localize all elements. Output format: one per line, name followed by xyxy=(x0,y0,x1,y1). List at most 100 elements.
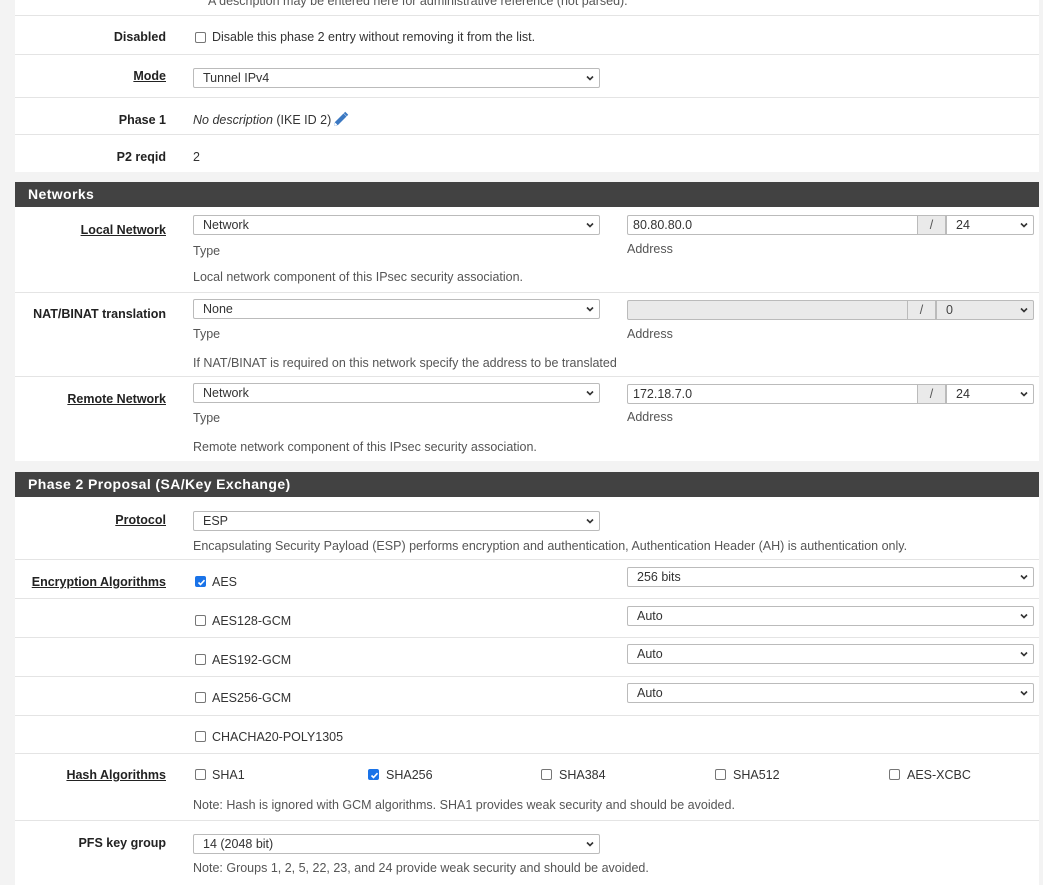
mode-row: Mode Tunnel IPv4 xyxy=(15,55,1039,98)
local-network-type-select[interactable]: Network xyxy=(193,215,600,235)
pfs-row: PFS key group 14 (2048 bit) Note: Groups… xyxy=(15,821,1039,883)
natbinat-row: NAT/BINAT translation None Type / 0 Addr… xyxy=(15,293,1039,377)
natbinat-address-caption: Address xyxy=(627,327,673,341)
disabled-row: Disabled Disable this phase 2 entry with… xyxy=(15,16,1039,55)
encryption-aes192gcm-keylen-select[interactable]: Auto xyxy=(627,644,1034,664)
proposal-panel: Protocol ESP Encapsulating Security Payl… xyxy=(15,497,1039,885)
remote-network-address-input[interactable]: 172.18.7.0 xyxy=(627,384,918,404)
remote-network-mask-select[interactable]: 24 xyxy=(946,384,1034,404)
networks-heading-text: Networks xyxy=(28,186,95,202)
natbinat-address-input[interactable] xyxy=(627,300,908,320)
encryption-row-aes256gcm: AES256-GCM Auto xyxy=(15,677,1039,716)
chevron-down-icon xyxy=(586,306,594,312)
remote-network-type-select[interactable]: Network xyxy=(193,383,600,403)
remote-network-mask-value: 24 xyxy=(956,387,970,401)
remote-network-type-caption: Type xyxy=(193,411,221,425)
p2reqid-row: P2 reqid 2 xyxy=(15,135,1039,171)
protocol-label: Protocol xyxy=(115,513,166,527)
encryption-aes128gcm-name: AES128-GCM xyxy=(212,614,292,628)
local-network-address-caption: Address xyxy=(627,242,673,256)
protocol-select[interactable]: ESP xyxy=(193,511,600,531)
natbinat-slash: / xyxy=(908,300,936,320)
chevron-down-icon xyxy=(1020,613,1028,619)
encryption-aes-name: AES xyxy=(212,575,238,589)
hash-sha256-checkbox[interactable] xyxy=(368,769,379,780)
encryption-aes256gcm-name: AES256-GCM xyxy=(212,691,292,705)
remote-network-row: Remote Network Network Type 172.18.7.0 /… xyxy=(15,377,1039,461)
remote-network-address-caption: Address xyxy=(627,410,673,424)
general-panel: A description may be entered here for ad… xyxy=(15,0,1039,172)
chevron-down-icon xyxy=(586,518,594,524)
encryption-aes256gcm-keylen-select[interactable]: Auto xyxy=(627,683,1034,703)
disabled-label: Disabled xyxy=(113,30,166,44)
p2reqid-value: 2 xyxy=(193,150,200,164)
encryption-aes-checkbox[interactable] xyxy=(195,576,206,587)
encryption-row-aes: Encryption Algorithms AES 256 bits xyxy=(15,560,1039,599)
protocol-row: Protocol ESP Encapsulating Security Payl… xyxy=(15,497,1039,560)
hash-sha512-checkbox[interactable] xyxy=(715,769,726,780)
natbinat-mask-select[interactable]: 0 xyxy=(936,300,1034,320)
chevron-down-icon xyxy=(1020,391,1028,397)
local-network-mask-value: 24 xyxy=(956,218,970,232)
phase1-row: Phase 1 No description (IKE ID 2) xyxy=(15,98,1039,135)
hash-row: Hash Algorithms SHA1 SHA256 SHA384 SHA51… xyxy=(15,754,1039,821)
local-network-help: Local network component of this IPsec se… xyxy=(193,270,524,284)
remote-network-label: Remote Network xyxy=(67,392,166,406)
encryption-aes192gcm-checkbox[interactable] xyxy=(195,654,206,665)
remote-network-slash: / xyxy=(918,384,946,404)
proposal-heading-text: Phase 2 Proposal (SA/Key Exchange) xyxy=(28,476,291,492)
chevron-down-icon xyxy=(586,75,594,81)
pencil-icon[interactable] xyxy=(332,111,349,128)
natbinat-type-value: None xyxy=(203,302,233,316)
local-network-row: Local Network Network Type 80.80.80.0 / … xyxy=(15,207,1039,293)
natbinat-type-caption: Type xyxy=(193,327,221,341)
encryption-aes192gcm-keylen-value: Auto xyxy=(637,647,663,661)
chevron-down-icon xyxy=(586,222,594,228)
hash-sha512-name: SHA512 xyxy=(733,768,780,782)
chevron-down-icon xyxy=(1020,690,1028,696)
natbinat-type-select[interactable]: None xyxy=(193,299,600,319)
encryption-aes128gcm-keylen-value: Auto xyxy=(637,609,663,623)
chevron-down-icon xyxy=(1020,222,1028,228)
encryption-row-aes128gcm: AES128-GCM Auto xyxy=(15,599,1039,638)
encryption-aes128gcm-keylen-select[interactable]: Auto xyxy=(627,606,1034,626)
p2reqid-label: P2 reqid xyxy=(116,150,166,164)
protocol-select-value: ESP xyxy=(203,514,229,528)
encryption-chacha20-checkbox[interactable] xyxy=(195,731,206,742)
hash-sha256-name: SHA256 xyxy=(386,768,433,782)
phase1-ike-id: (IKE ID 2) xyxy=(272,113,332,127)
hash-aesxcbc-name: AES-XCBC xyxy=(907,768,971,782)
encryption-aes128gcm-checkbox[interactable] xyxy=(195,615,206,626)
hash-sha384-name: SHA384 xyxy=(559,768,606,782)
local-network-address-input[interactable]: 80.80.80.0 xyxy=(627,215,918,235)
mode-select[interactable]: Tunnel IPv4 xyxy=(193,68,600,88)
encryption-row-aes192gcm: AES192-GCM Auto xyxy=(15,638,1039,677)
chevron-down-icon xyxy=(1020,651,1028,657)
natbinat-label: NAT/BINAT translation xyxy=(33,307,166,321)
encryption-chacha20-name: CHACHA20-POLY1305 xyxy=(212,730,344,744)
hash-sha1-name: SHA1 xyxy=(212,768,245,782)
mode-label: Mode xyxy=(133,69,166,83)
disabled-checkbox[interactable] xyxy=(195,32,206,43)
pfs-note: Note: Groups 1, 2, 5, 22, 23, and 24 pro… xyxy=(193,861,649,875)
disabled-checkbox-text: Disable this phase 2 entry without remov… xyxy=(212,30,536,44)
networks-panel: Local Network Network Type 80.80.80.0 / … xyxy=(15,207,1039,461)
encryption-aes256gcm-checkbox[interactable] xyxy=(195,692,206,703)
local-network-slash: / xyxy=(918,215,946,235)
hash-sha1-checkbox[interactable] xyxy=(195,769,206,780)
hash-sha384-checkbox[interactable] xyxy=(541,769,552,780)
chevron-down-icon xyxy=(1020,574,1028,580)
chevron-down-icon xyxy=(586,841,594,847)
chevron-down-icon xyxy=(1020,307,1028,313)
mode-select-value: Tunnel IPv4 xyxy=(203,71,270,85)
pfs-select[interactable]: 14 (2048 bit) xyxy=(193,834,600,854)
local-network-label: Local Network xyxy=(80,223,166,237)
phase1-label: Phase 1 xyxy=(118,113,166,127)
encryption-aes192gcm-name: AES192-GCM xyxy=(212,653,292,667)
encryption-label: Encryption Algorithms xyxy=(31,575,166,589)
encryption-row-chacha20: CHACHA20-POLY1305 xyxy=(15,716,1039,754)
encryption-aes-keylen-select[interactable]: 256 bits xyxy=(627,567,1034,587)
hash-aesxcbc-checkbox[interactable] xyxy=(889,769,900,780)
checkmark-icon xyxy=(197,579,206,586)
local-network-mask-select[interactable]: 24 xyxy=(946,215,1034,235)
